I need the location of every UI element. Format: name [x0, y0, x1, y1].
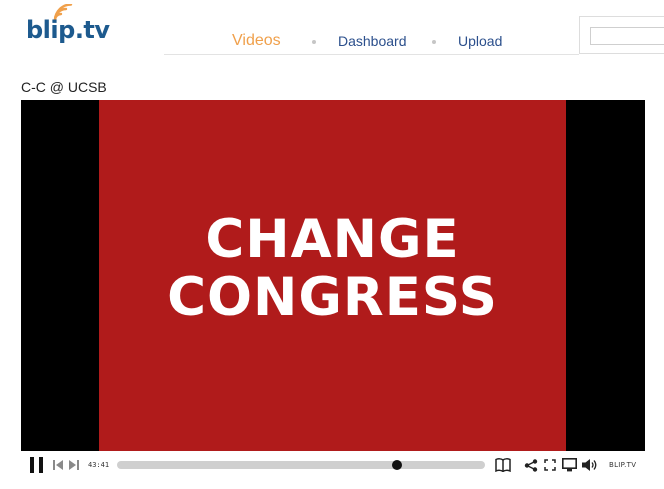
expand-icon[interactable] — [544, 459, 556, 471]
video-frame[interactable]: CHANGE CONGRESS — [99, 100, 566, 451]
video-frame-text-line-2: CONGRESS — [167, 267, 498, 328]
book-icon[interactable] — [495, 458, 511, 472]
elapsed-time: 43:41 — [88, 461, 110, 469]
nav-item-videos[interactable]: Videos — [232, 30, 281, 52]
logo-text: blip.tv — [26, 16, 110, 44]
blip-tv-logo[interactable]: blip.tv — [26, 4, 121, 48]
next-icon[interactable] — [69, 460, 79, 470]
video-frame-text-line-1: CHANGE — [205, 209, 460, 270]
pause-icon[interactable] — [29, 457, 45, 473]
nav-separator-dot — [312, 40, 316, 44]
progress-thumb[interactable] — [391, 460, 402, 470]
previous-icon[interactable] — [53, 460, 63, 470]
search-container — [579, 16, 664, 54]
player-controls: 43:41 BLIP.TV — [21, 451, 645, 479]
volume-icon[interactable] — [582, 458, 598, 472]
nav-divider — [164, 54, 579, 55]
main-nav: Videos Dashboard Upload — [164, 30, 579, 52]
progress-track[interactable] — [117, 460, 485, 470]
search-input[interactable] — [590, 27, 664, 45]
player-brand: BLIP.TV — [609, 461, 637, 469]
nav-separator-dot — [432, 40, 436, 44]
share-icon[interactable] — [524, 459, 538, 472]
nav-item-upload[interactable]: Upload — [458, 30, 502, 52]
video-title: C-C @ UCSB — [21, 79, 107, 95]
nav-item-dashboard[interactable]: Dashboard — [338, 30, 407, 52]
page: blip.tv Videos Dashboard Upload C-C @ UC… — [0, 0, 664, 489]
video-player[interactable]: CHANGE CONGRESS — [21, 100, 645, 451]
screen-icon[interactable] — [562, 458, 577, 472]
